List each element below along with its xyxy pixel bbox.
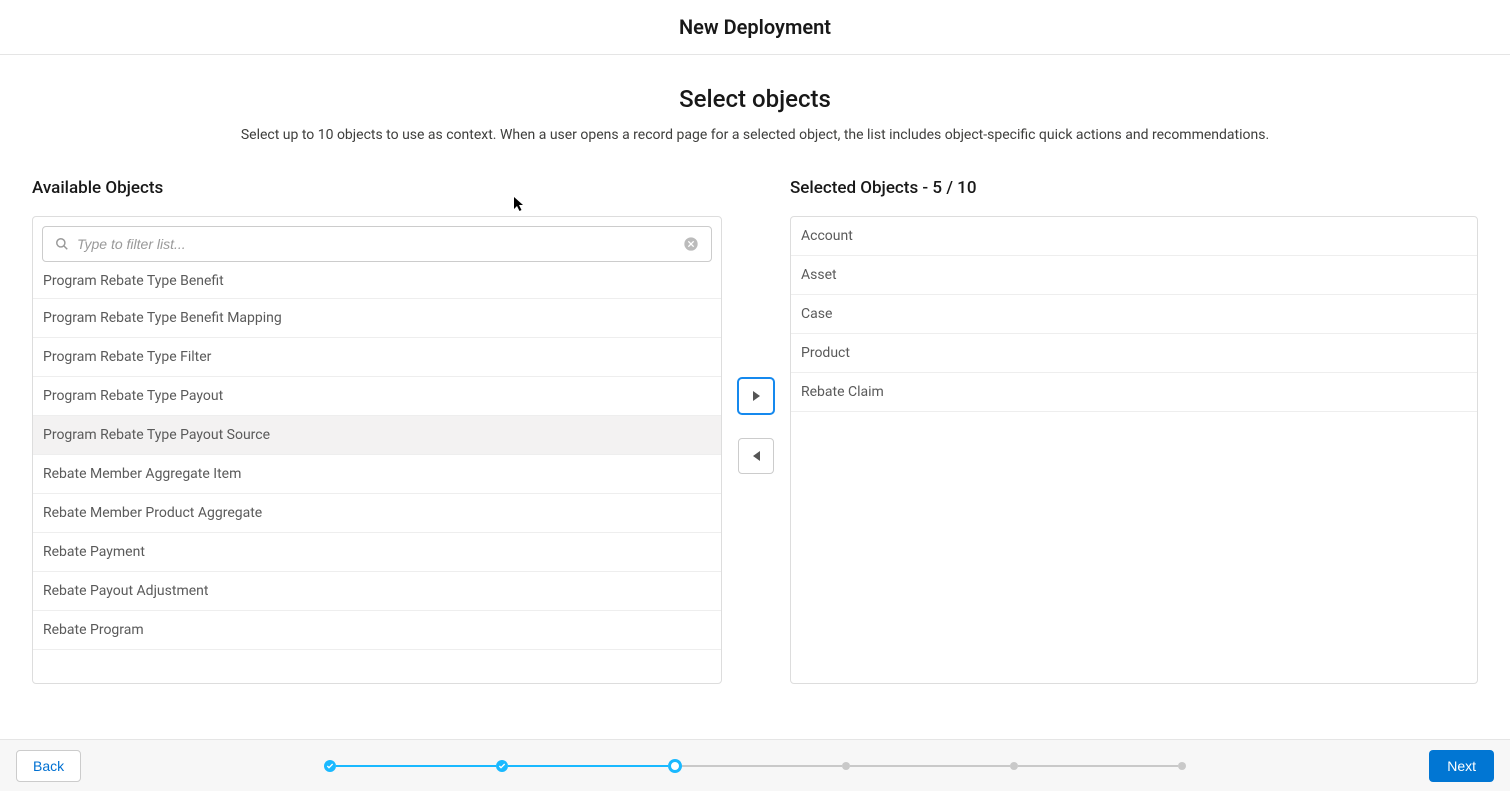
filter-input[interactable] <box>43 227 711 261</box>
step-line <box>682 765 842 767</box>
available-list-box: Program Rebate Type Benefit Program Reba… <box>32 216 722 684</box>
list-item[interactable]: Program Rebate Type Filter <box>33 338 721 377</box>
step-completed <box>324 760 336 772</box>
step-line <box>1018 765 1178 767</box>
selected-panel: Selected Objects - 5 / 10 Account Asset … <box>790 178 1478 684</box>
list-item[interactable]: Program Rebate Type Payout <box>33 377 721 416</box>
list-item[interactable]: Asset <box>791 256 1477 295</box>
list-item[interactable]: Rebate Payment <box>33 533 721 572</box>
check-icon <box>326 762 334 770</box>
dual-list-picker: Available Objects <box>32 178 1478 684</box>
chevron-left-icon <box>753 451 760 461</box>
step-line <box>336 765 496 767</box>
page-description: Select up to 10 objects to use as contex… <box>32 127 1478 143</box>
list-item[interactable]: Rebate Member Product Aggregate <box>33 494 721 533</box>
list-item[interactable]: Program Rebate Type Benefit Mapping <box>33 299 721 338</box>
list-item[interactable]: Account <box>791 217 1477 256</box>
modal-title: New Deployment <box>679 15 831 39</box>
step-line <box>850 765 1010 767</box>
list-item[interactable]: Product <box>791 334 1477 373</box>
step-upcoming <box>1178 762 1186 770</box>
available-title: Available Objects <box>32 178 722 198</box>
selected-title: Selected Objects - 5 / 10 <box>790 178 1478 198</box>
chevron-right-icon <box>753 391 760 401</box>
clear-icon[interactable] <box>683 236 699 252</box>
check-icon <box>498 762 506 770</box>
step-upcoming <box>1010 762 1018 770</box>
page-title: Select objects <box>32 85 1478 113</box>
list-item[interactable]: Rebate Member Aggregate Item <box>33 455 721 494</box>
modal-footer: Back Next <box>0 739 1510 791</box>
modal-header: New Deployment <box>0 0 1510 55</box>
move-right-button[interactable] <box>738 378 774 414</box>
search-wrap <box>33 217 721 271</box>
step-line <box>508 765 668 767</box>
main-content: Select objects Select up to 10 objects t… <box>0 55 1510 684</box>
search-icon <box>55 237 69 251</box>
step-completed <box>496 760 508 772</box>
available-items: Program Rebate Type Benefit Program Reba… <box>33 271 721 650</box>
move-left-button[interactable] <box>738 438 774 474</box>
available-panel: Available Objects <box>32 178 722 684</box>
step-current <box>668 759 682 773</box>
step-upcoming <box>842 762 850 770</box>
transfer-buttons <box>722 178 790 474</box>
selected-list-box: Account Asset Case Product Rebate Claim <box>790 216 1478 684</box>
list-item[interactable]: Case <box>791 295 1477 334</box>
back-button[interactable]: Back <box>16 750 81 782</box>
search-field <box>42 226 712 262</box>
list-item[interactable]: Program Rebate Type Benefit <box>33 271 721 299</box>
list-item[interactable]: Rebate Claim <box>791 373 1477 412</box>
list-item[interactable]: Rebate Program <box>33 611 721 650</box>
progress-indicator <box>324 759 1186 773</box>
list-item[interactable]: Rebate Payout Adjustment <box>33 572 721 611</box>
list-item[interactable]: Program Rebate Type Payout Source <box>33 416 721 455</box>
next-button[interactable]: Next <box>1429 750 1494 782</box>
